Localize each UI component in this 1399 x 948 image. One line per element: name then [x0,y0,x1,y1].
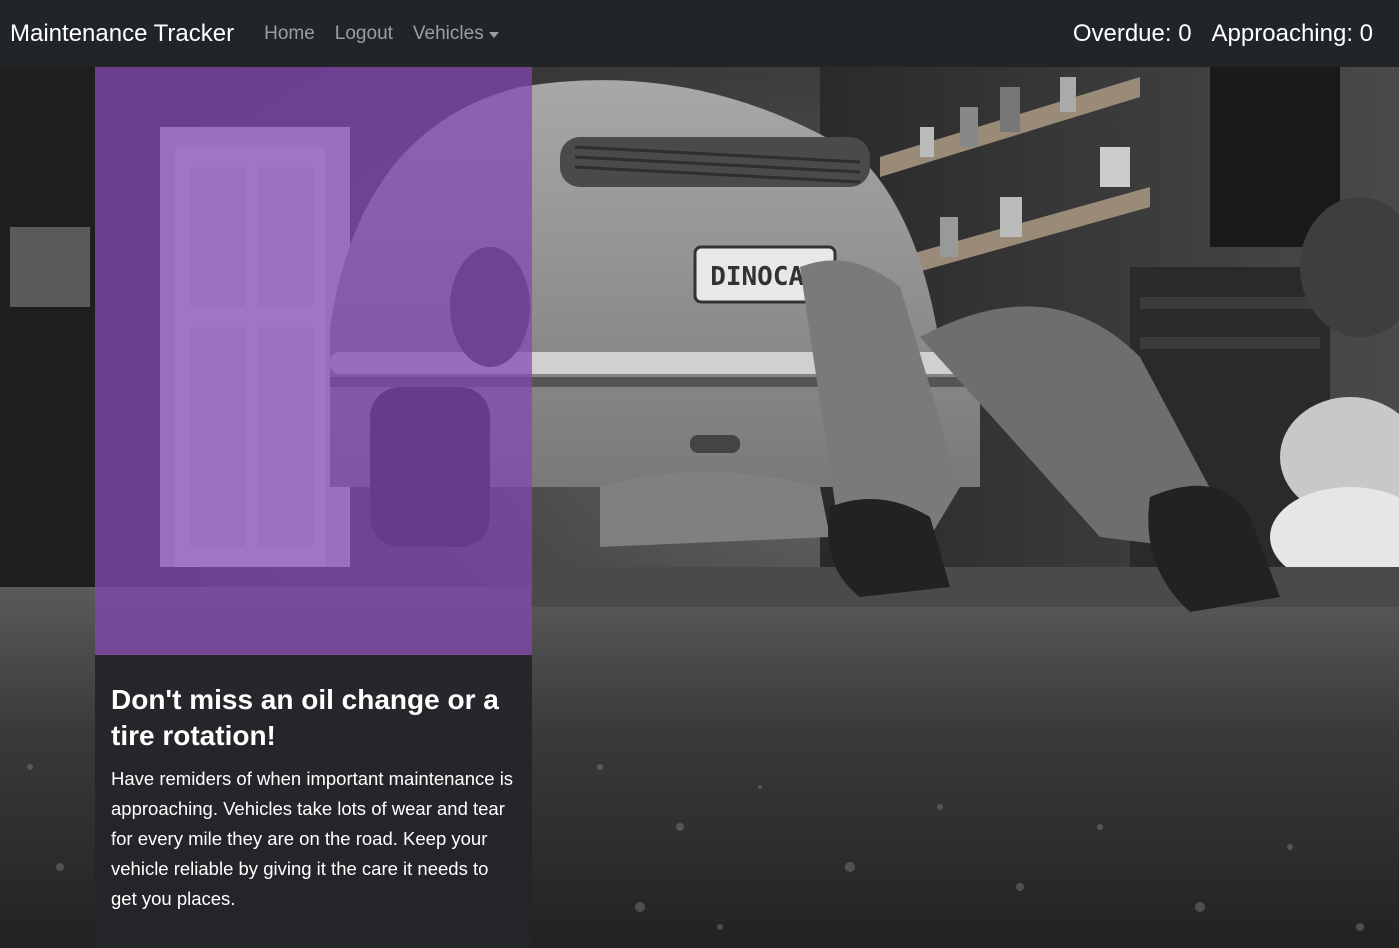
hero-title: Don't miss an oil change or a tire rotat… [111,684,499,751]
status-counters: Overdue: 0 Approaching: 0 [1073,20,1389,48]
nav-link-home[interactable]: Home [264,23,315,45]
hero-description: Have remiders of when important maintena… [111,768,514,909]
navbar: Maintenance Tracker Home Logout Vehicles… [0,0,1399,67]
hero-section: DINOCAR Don't miss an oil change or a ti… [0,67,1399,948]
overdue-count: Overdue: 0 [1072,19,1192,47]
vehicles-dropdown[interactable]: Vehicles [413,23,499,45]
nav-link-logout[interactable]: Logout [335,23,393,45]
chevron-down-icon [488,31,499,38]
brand-link[interactable]: Maintenance Tracker [10,20,234,48]
approaching-count: Approaching: 0 [1211,19,1373,47]
hero-highlight-overlay [95,67,532,655]
vehicles-dropdown-label: Vehicles [412,22,484,44]
hero-text-panel: Don't miss an oil change or a tire rotat… [95,655,532,948]
